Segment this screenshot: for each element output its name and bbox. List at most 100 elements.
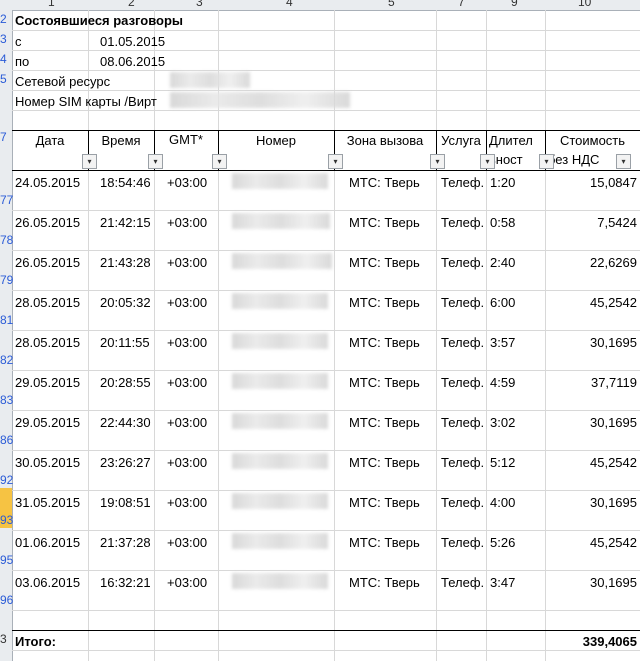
filter-zone-dropdown-icon[interactable]: ▾ [430,154,445,169]
cell-gmt[interactable]: +03:00 [167,255,207,270]
from-date[interactable]: 01.05.2015 [100,34,165,49]
cell-gmt[interactable]: +03:00 [167,175,207,190]
filter-duration-dropdown-icon[interactable]: ▾ [539,154,554,169]
row-header[interactable]: 5 [0,72,7,86]
cell-time[interactable]: 20:28:55 [100,375,151,390]
cell-zone[interactable]: МТС: Тверь [349,175,420,190]
header-zone[interactable]: Зона вызова [334,133,436,148]
cell-date[interactable]: 30.05.2015 [15,455,80,470]
sim-number-label[interactable]: Номер SIM карты /Вирт [15,94,167,109]
network-resource-label[interactable]: Сетевой ресурс [15,74,110,89]
filter-gmt-dropdown-icon[interactable]: ▾ [212,154,227,169]
cell-zone[interactable]: МТС: Тверь [349,575,420,590]
cell-duration[interactable]: 6:00 [490,295,515,310]
cell-zone[interactable]: МТС: Тверь [349,215,420,230]
cell-time[interactable]: 16:32:21 [100,575,151,590]
cell-duration[interactable]: 1:20 [490,175,515,190]
cell-cost[interactable]: 22,6269 [545,255,637,270]
filter-cost-active-icon[interactable]: ▾ [616,154,631,169]
column-header-7[interactable]: 7 [458,0,465,9]
cell-duration[interactable]: 2:40 [490,255,515,270]
cell-time[interactable]: 21:42:15 [100,215,151,230]
cell-service[interactable]: Телеф. [441,255,484,270]
cell-date[interactable]: 03.06.2015 [15,575,80,590]
cell-gmt[interactable]: +03:00 [167,535,207,550]
cell-date[interactable]: 01.06.2015 [15,535,80,550]
cell-service[interactable]: Телеф. [441,335,484,350]
total-value[interactable]: 339,4065 [545,634,637,649]
cell-zone[interactable]: МТС: Тверь [349,535,420,550]
cell-gmt[interactable]: +03:00 [167,495,207,510]
column-header-3[interactable]: 3 [196,0,203,9]
cell-time[interactable]: 18:54:46 [100,175,151,190]
cell-time[interactable]: 20:05:32 [100,295,151,310]
cell-time[interactable]: 20:11:55 [100,335,150,350]
cell-service[interactable]: Телеф. [441,215,484,230]
cell-date[interactable]: 29.05.2015 [15,375,80,390]
cell-date[interactable]: 26.05.2015 [15,255,80,270]
header-number[interactable]: Номер [218,133,334,148]
row-header[interactable]: 2 [0,12,7,26]
cell-zone[interactable]: МТС: Тверь [349,455,420,470]
cell-zone[interactable]: МТС: Тверь [349,495,420,510]
cell-gmt[interactable]: +03:00 [167,215,207,230]
row-header[interactable]: 3 [0,32,7,46]
column-header-2[interactable]: 2 [128,0,135,9]
cell-cost[interactable]: 7,5424 [545,215,637,230]
filter-service-dropdown-icon[interactable]: ▾ [480,154,495,169]
header-cost-line2[interactable]: без НДС [548,152,599,167]
column-header-9[interactable]: 9 [511,0,518,9]
cell-cost[interactable]: 30,1695 [545,495,637,510]
cell-duration[interactable]: 4:59 [490,375,515,390]
total-label[interactable]: Итого: [15,634,56,649]
cell-duration[interactable]: 4:00 [490,495,515,510]
cell-cost[interactable]: 30,1695 [545,415,637,430]
header-date[interactable]: Дата [12,133,88,148]
filter-number-dropdown-icon[interactable]: ▾ [328,154,343,169]
cell-time[interactable]: 19:08:51 [100,495,151,510]
cell-cost[interactable]: 15,0847 [545,175,637,190]
row-header[interactable]: 7 [0,130,7,144]
header-service[interactable]: Услуга [436,133,486,148]
cell-service[interactable]: Телеф. [441,495,484,510]
cell-cost[interactable]: 45,2542 [545,455,637,470]
cell-cost[interactable]: 45,2542 [545,535,637,550]
row-header[interactable]: 4 [0,52,7,66]
header-duration-line1[interactable]: Длител [489,133,533,148]
cell-cost[interactable]: 45,2542 [545,295,637,310]
cell-duration[interactable]: 5:26 [490,535,515,550]
cell-service[interactable]: Телеф. [441,175,484,190]
column-header-1[interactable]: 1 [48,0,55,9]
cell-gmt[interactable]: +03:00 [167,295,207,310]
report-title[interactable]: Состоявшиеся разговоры [15,13,183,28]
cell-time[interactable]: 21:43:28 [100,255,151,270]
cell-gmt[interactable]: +03:00 [167,575,207,590]
header-cost-line1[interactable]: Стоимость [545,133,640,148]
cell-zone[interactable]: МТС: Тверь [349,335,420,350]
cell-date[interactable]: 26.05.2015 [15,215,80,230]
cell-date[interactable]: 28.05.2015 [15,335,80,350]
from-label[interactable]: с [15,34,22,49]
cell-zone[interactable]: МТС: Тверь [349,295,420,310]
cell-gmt[interactable]: +03:00 [167,415,207,430]
to-date[interactable]: 08.06.2015 [100,54,165,69]
cell-service[interactable]: Телеф. [441,375,484,390]
cell-time[interactable]: 22:44:30 [100,415,151,430]
column-header-10[interactable]: 10 [578,0,591,9]
cell-duration[interactable]: 3:47 [490,575,515,590]
cell-service[interactable]: Телеф. [441,455,484,470]
cell-duration[interactable]: 3:02 [490,415,515,430]
column-header-4[interactable]: 4 [286,0,293,9]
cell-date[interactable]: 24.05.2015 [15,175,80,190]
cell-cost[interactable]: 30,1695 [545,335,637,350]
filter-time-dropdown-icon[interactable]: ▾ [148,154,163,169]
cell-time[interactable]: 21:37:28 [100,535,151,550]
cell-date[interactable]: 29.05.2015 [15,415,80,430]
cell-gmt[interactable]: +03:00 [167,335,207,350]
cell-date[interactable]: 31.05.2015 [15,495,80,510]
row-header[interactable]: 3 [0,632,7,646]
cell-zone[interactable]: МТС: Тверь [349,255,420,270]
cell-gmt[interactable]: +03:00 [167,375,207,390]
cell-zone[interactable]: МТС: Тверь [349,415,420,430]
cell-cost[interactable]: 37,7119 [545,375,637,390]
